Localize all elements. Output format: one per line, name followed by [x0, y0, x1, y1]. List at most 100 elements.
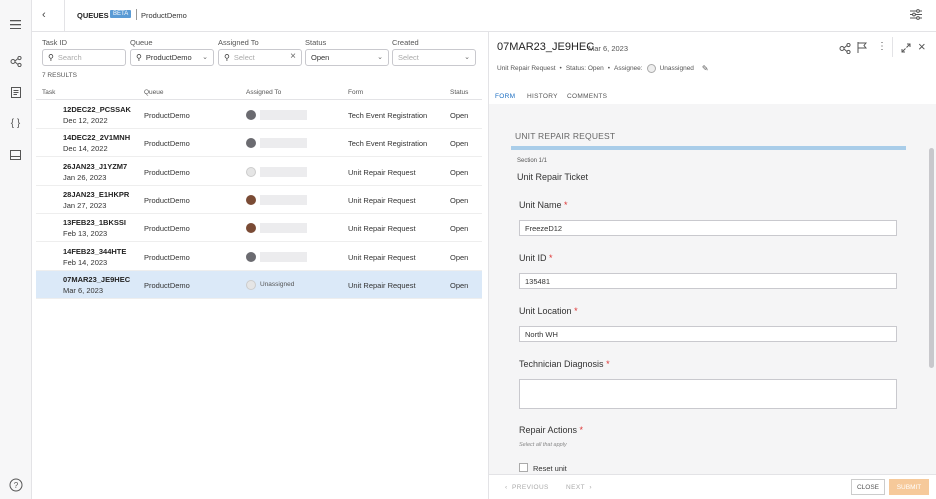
task-date: Feb 14, 2023 [63, 257, 108, 267]
column-task[interactable]: Task [42, 89, 55, 96]
column-queue[interactable]: Queue [144, 89, 164, 96]
next-button[interactable]: NEXT › [566, 484, 592, 491]
task-queue: ProductDemo [144, 224, 190, 234]
task-form: Unit Repair Request [348, 280, 416, 290]
section-title: QUEUES [77, 11, 109, 20]
assigned-to-select[interactable]: ⚲ Select × [218, 49, 302, 66]
technician-diagnosis-textarea[interactable] [519, 379, 897, 409]
task-assignee: Unassigned [260, 280, 295, 288]
filter-settings-icon[interactable] [910, 9, 922, 22]
task-queue: ProductDemo [144, 252, 190, 262]
inbox-icon[interactable] [7, 146, 24, 163]
task-queue: ProductDemo [144, 139, 190, 149]
separator-dot: • [559, 65, 562, 72]
unit-location-input[interactable]: North WH [519, 326, 897, 342]
queue-select[interactable]: ⚲ ProductDemo ⌄ [130, 49, 214, 66]
section-indicator: Section 1/1 [517, 158, 548, 164]
table-row[interactable]: 12DEC22_PCSSAK Dec 12, 2022 ProductDemo Tec… [36, 101, 482, 129]
reset-unit-checkbox[interactable] [519, 463, 528, 472]
meta-assignee-label: Assignee: [614, 65, 643, 72]
task-status: Open [450, 195, 469, 205]
code-braces-icon[interactable]: { } [7, 115, 24, 132]
column-form[interactable]: Form [348, 89, 363, 96]
separator-dot: • [607, 65, 611, 72]
status-label: Status [305, 38, 327, 47]
avatar-placeholder-icon [246, 279, 256, 290]
help-icon[interactable]: ? [7, 476, 24, 493]
column-status[interactable]: Status [450, 89, 468, 96]
close-button[interactable]: CLOSE [851, 479, 885, 495]
submit-button[interactable]: SUBMIT [889, 479, 929, 495]
task-queue: ProductDemo [144, 280, 190, 290]
search-icon: ⚲ [224, 53, 230, 62]
table-row[interactable]: 14FEB23_344HTE Feb 14, 2023 ProductDemo Uni… [36, 243, 482, 271]
task-date: Jan 27, 2023 [63, 200, 107, 210]
task-id: 07MAR23_JE9HEC [63, 274, 131, 284]
form-card: UNIT REPAIR REQUEST Section 1/1 Unit Rep… [511, 126, 934, 474]
results-count: 7 RESULTS [42, 72, 77, 79]
form-title: UNIT REPAIR REQUEST [515, 131, 616, 141]
avatar-placeholder-icon [246, 166, 256, 177]
column-assigned[interactable]: Assigned To [246, 89, 281, 96]
workflow-icon[interactable] [839, 42, 851, 56]
task-date: Dec 12, 2022 [63, 116, 108, 125]
task-date: Jan 26, 2023 [63, 172, 107, 182]
workflow-icon[interactable] [7, 53, 24, 70]
tab-comments[interactable]: COMMENTS [567, 93, 607, 100]
avatar [246, 138, 256, 149]
task-id: 12DEC22_PCSSAK [63, 105, 131, 114]
form-heading: Unit Repair Ticket [517, 172, 589, 182]
close-icon[interactable]: × [918, 39, 926, 54]
left-sidebar: { } ? [0, 0, 32, 499]
avatar [246, 110, 256, 120]
task-title: 07MAR23_JE9HEC [497, 41, 595, 53]
task-form: Tech Event Registration [348, 139, 428, 149]
reset-unit-label: Reset unit [533, 464, 567, 473]
form-scrollbar[interactable] [929, 148, 934, 368]
top-bar: ‹ QUEUES BETA ProductDemo [32, 0, 936, 32]
search-icon: ⚲ [136, 53, 142, 62]
breadcrumb[interactable]: ProductDemo [141, 11, 187, 20]
table-row[interactable]: 28JAN23_E1HKPR Jan 27, 2023 ProductDemo Uni… [36, 186, 482, 214]
previous-button[interactable]: ‹ PREVIOUS [505, 484, 549, 491]
avatar [246, 251, 256, 262]
unit-id-label: Unit ID * [519, 253, 553, 263]
unit-location-label: Unit Location * [519, 306, 578, 316]
created-select[interactable]: Select ⌄ [392, 49, 476, 66]
task-status: Open [450, 111, 469, 120]
assignee-name-redacted [260, 138, 307, 149]
task-search-input[interactable]: ⚲ Search [42, 49, 126, 66]
chevron-down-icon: ⌄ [464, 54, 470, 61]
back-icon[interactable]: ‹ [42, 9, 46, 21]
tab-history[interactable]: HISTORY [527, 93, 558, 100]
clear-icon[interactable]: × [290, 51, 296, 62]
progress-bar [511, 146, 906, 150]
table-row[interactable]: 14DEC22_2V1MNH Dec 14, 2022 ProductDemo Tec… [36, 129, 482, 158]
task-id: 13FEB23_1BKSSI [63, 218, 126, 228]
flag-icon[interactable] [857, 42, 868, 55]
assignee-name-redacted [260, 194, 307, 205]
task-queue: ProductDemo [144, 167, 190, 177]
assignee-name-redacted [260, 251, 307, 262]
more-options-icon[interactable]: ⋮ [877, 41, 887, 52]
task-id: 28JAN23_E1HKPR [63, 189, 130, 199]
task-queue: ProductDemo [144, 195, 190, 205]
unit-name-input[interactable]: FreezeD12 [519, 220, 897, 236]
status-select[interactable]: Open ⌄ [305, 49, 389, 66]
task-meta: Unit Repair Request • Status: Open • Ass… [497, 64, 709, 73]
assignee-name-redacted [260, 110, 307, 120]
table-row[interactable]: 07MAR23_JE9HEC Mar 6, 2023 ProductDemo Unas… [36, 270, 482, 299]
table-row[interactable]: 26JAN23_J1YZM7 Jan 26, 2023 ProductDemo Uni… [36, 158, 482, 186]
document-icon[interactable] [7, 84, 24, 101]
queue-label: Queue [130, 38, 153, 47]
task-list-pane: Task ID ⚲ Search Queue ⚲ ProductDemo ⌄ Ass… [32, 32, 488, 499]
task-id: 26JAN23_J1YZM7 [63, 161, 128, 171]
menu-icon[interactable] [7, 16, 24, 33]
assignee-name-redacted [260, 166, 307, 177]
table-row[interactable]: 13FEB23_1BKSSI Feb 13, 2023 ProductDemo Uni… [36, 214, 482, 243]
edit-pencil-icon[interactable]: ✎ [702, 64, 709, 73]
unit-id-input[interactable]: 135481 [519, 273, 897, 289]
divider [892, 37, 893, 57]
expand-icon[interactable] [901, 43, 911, 55]
meta-assignee: Unassigned [659, 65, 694, 72]
